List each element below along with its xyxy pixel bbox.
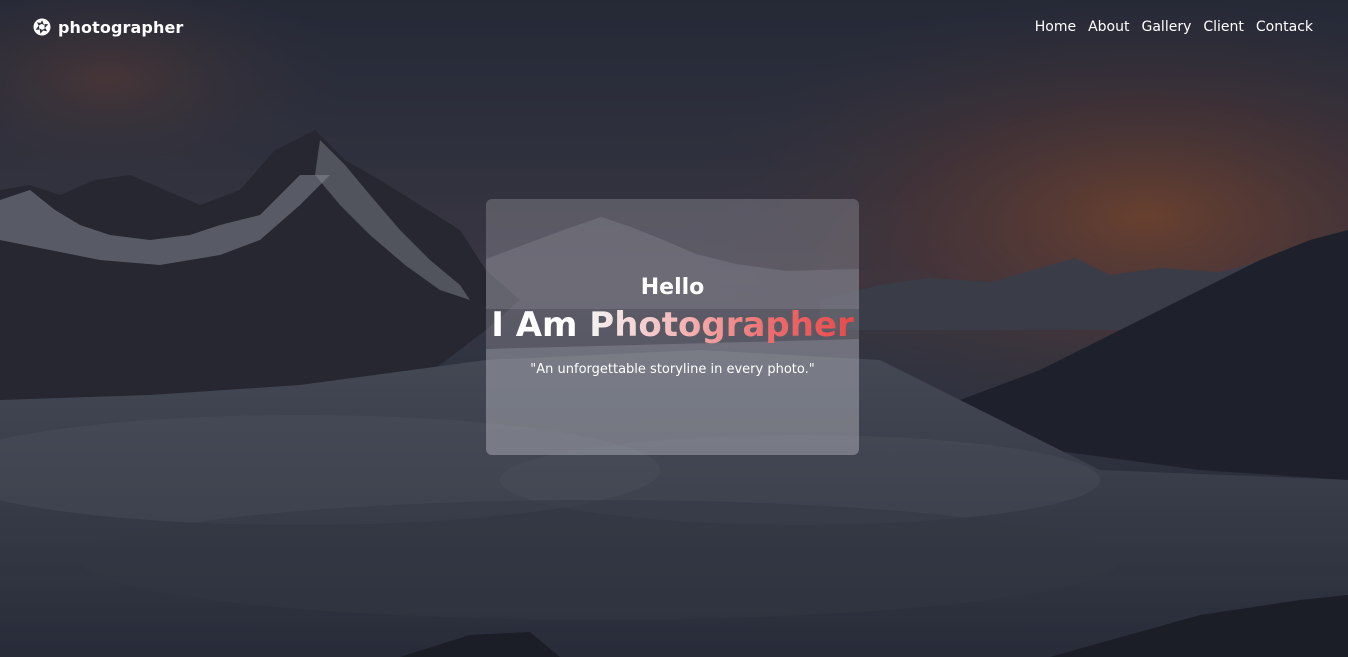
nav-link-client[interactable]: Client (1203, 19, 1244, 35)
nav-link-about[interactable]: About (1088, 19, 1129, 35)
camera-aperture-icon (33, 18, 51, 36)
hero-intro-card: Hello I Am Photographer "An unforgettabl… (486, 199, 859, 455)
hero-greeting: Hello (640, 275, 705, 300)
hero-tagline: "An unforgettable storyline in every pho… (530, 362, 815, 377)
nav-menu: Home About Gallery Client Contack (1035, 19, 1313, 35)
nav-link-contact[interactable]: Contack (1256, 19, 1313, 35)
headline-highlight: Photographer (589, 305, 854, 345)
nav-link-home[interactable]: Home (1035, 19, 1076, 35)
brand-logo[interactable]: photographer (33, 18, 183, 37)
hero-headline: I Am Photographer (486, 305, 859, 345)
brand-name: photographer (58, 17, 184, 37)
headline-lead: I Am (491, 305, 590, 345)
nav-link-gallery[interactable]: Gallery (1142, 19, 1192, 35)
top-navbar: photographer Home About Gallery Client C… (0, 0, 1348, 54)
